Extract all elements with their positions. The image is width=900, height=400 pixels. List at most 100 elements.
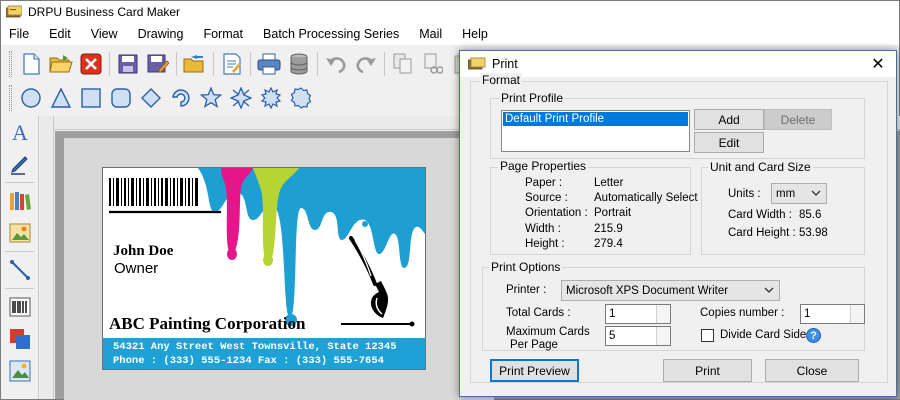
paper-value: Letter [594,177,624,189]
card-width-label: Card Width : [728,209,792,221]
app-title: DRPU Business Card Maker [28,5,181,19]
total-cards-value: 1 [609,308,616,320]
shapes-toolbar [1,80,316,116]
export-folder-icon [183,55,204,73]
paper-label: Paper : [525,177,563,189]
printer-label: Printer : [506,284,547,296]
barcode-icon [9,297,31,317]
print-profile-item-default[interactable]: Default Print Profile [503,112,688,126]
export-button[interactable] [180,49,210,79]
max-cards-per-page-input[interactable]: 5 [605,326,671,346]
close-file-button[interactable] [76,49,106,79]
vertical-ruler [40,116,54,399]
ellipse-tool-button[interactable] [16,83,46,113]
copy-button[interactable] [388,49,418,79]
panel-separator [5,251,34,252]
menu-file[interactable]: File [9,27,29,41]
menu-edit[interactable]: Edit [49,27,71,41]
square-shape-icon [81,88,101,108]
help-icon[interactable]: ? [806,328,821,343]
star-tool-button[interactable] [196,83,226,113]
spin-arrows[interactable] [656,305,670,323]
properties-button[interactable] [217,49,247,79]
title-bar: DRPU Business Card Maker [1,1,899,23]
new-button[interactable] [16,49,46,79]
card-role-text: Owner [114,260,159,277]
max-cards-label-line1: Maximum Cards [506,326,590,338]
four-point-star-tool-button[interactable] [226,83,256,113]
card-barcode [109,178,198,206]
line-tool-button[interactable] [1,254,39,286]
redo-button[interactable] [351,49,381,79]
menu-help[interactable]: Help [462,27,488,41]
spin-arrows[interactable] [850,305,864,323]
card-company-text: ABC Painting Corporation [109,314,306,333]
main-toolbar [1,46,478,82]
menu-mail[interactable]: Mail [419,27,442,41]
height-value: 279.4 [594,238,623,250]
menu-drawing[interactable]: Drawing [138,27,184,41]
units-dropdown[interactable]: mm [771,183,827,204]
edit-profile-button[interactable]: Edit [694,132,764,153]
format-group-label: Format [480,73,523,87]
print-preview-button[interactable]: Print Preview [490,359,579,382]
toolbar-separator [176,52,177,76]
image-tool-button[interactable] [1,217,39,249]
chevron-down-icon [764,287,774,293]
close-red-icon [80,53,102,75]
printer-dropdown[interactable]: Microsoft XPS Document Writer [561,280,780,301]
card-height-label: Card Height : [728,227,796,239]
undo-button[interactable] [321,49,351,79]
menu-batch-processing-series[interactable]: Batch Processing Series [263,27,399,41]
seal-tool-button[interactable] [286,83,316,113]
save-disk-icon [118,54,138,74]
arc-shape-icon [172,89,190,107]
print-profile-list[interactable]: Default Print Profile [501,110,690,152]
rectangle-tool-button[interactable] [76,83,106,113]
save-button[interactable] [113,49,143,79]
arc-tool-button[interactable] [166,83,196,113]
close-button[interactable]: Close [765,359,859,382]
add-profile-button[interactable]: Add [694,109,764,130]
business-card-canvas[interactable]: John Doe Owner ABC Painting Corporation … [102,167,426,370]
width-label: Width : [525,223,561,235]
print-button[interactable]: Print [663,359,752,382]
copies-number-input[interactable]: 1 [800,304,865,324]
burst-tool-button[interactable] [256,83,286,113]
menu-view[interactable]: View [91,27,118,41]
print-dialog-icon [468,57,486,70]
rounded-rectangle-tool-button[interactable] [106,83,136,113]
print-dialog: Print ✕ Format Print Profile Default Pri… [459,50,897,397]
pen-tool-button[interactable] [1,148,39,180]
card-address-text: 54321 Any Street West Townsville, State … [113,341,397,353]
spin-arrows[interactable] [656,327,670,345]
save-as-button[interactable] [143,49,173,79]
cut-button[interactable] [418,49,448,79]
library-tool-button[interactable] [1,185,39,217]
redo-icon [356,57,376,74]
divide-card-side-checkbox[interactable] [701,329,714,342]
print-toolbar-button[interactable] [254,49,284,79]
print-preview-label: Print Preview [499,363,570,378]
text-tool-button[interactable]: A [1,116,39,148]
rounded-square-shape-icon [111,88,131,108]
diamond-tool-button[interactable] [136,83,166,113]
delete-profile-button[interactable]: Delete [764,109,832,130]
background-tool-button[interactable] [1,323,39,355]
triangle-tool-button[interactable] [46,83,76,113]
open-button[interactable] [46,49,76,79]
app-logo-icon [6,5,22,18]
card-name-text: John Doe [113,243,174,259]
watermark-tool-button[interactable] [1,355,39,387]
toolbar-grip[interactable] [9,85,12,111]
print-dialog-title-bar: Print ✕ [460,51,896,77]
menu-format[interactable]: Format [203,27,243,41]
toolbar-grip[interactable] [9,51,12,77]
database-button[interactable] [284,49,314,79]
dialog-close-icon[interactable]: ✕ [868,54,888,74]
barcode-tool-button[interactable] [1,291,39,323]
total-cards-input[interactable]: 1 [605,304,671,324]
units-label: Units : [728,188,761,200]
toolbar-separator [213,52,214,76]
circle-shape-icon [21,88,41,108]
